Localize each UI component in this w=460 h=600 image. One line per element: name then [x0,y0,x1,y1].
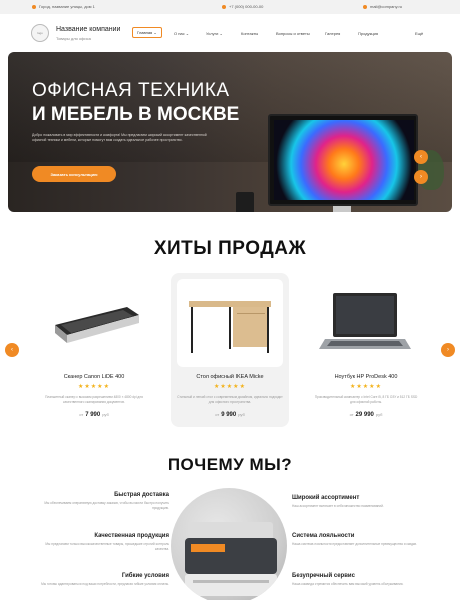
feature-title: Качественная продукция [94,533,169,539]
product-description: Производительный компьютер с Intel Core … [314,395,418,404]
laptop-image [313,279,419,367]
price-currency: руб [238,412,245,417]
phone-text[interactable]: +7 (000) 000-00-00 [229,4,263,9]
company-subtitle: Товары для офиса [56,36,91,41]
hero-description: Добро пожаловать в мир эффективности и к… [32,133,207,142]
site-header: logo Название компании Товары для офиса … [0,14,460,52]
desk-image [177,279,283,367]
chevron-up-icon: ‹ [420,154,422,160]
nav-item-gallery[interactable]: Галерея [325,31,340,36]
nav-item-contacts[interactable]: Контакты [241,31,258,36]
feature-fast-delivery: Быстрая доставка Мы обеспечиваем операти… [41,492,169,526]
feature-assortment: Широкий ассортимент Наш ассортимент вклю… [292,495,420,529]
pc-tower-image [236,192,254,212]
chevron-right-icon: › [447,347,449,353]
price-value: 29 990 [355,412,374,418]
monitor-screen [274,120,414,200]
nav-label: О нас [174,31,185,36]
product-name: Сканер Canon LiDE 400 [63,374,125,380]
scanner-illustration [55,307,139,343]
product-price: от 29 990 руб [307,412,425,418]
price-value: 9 990 [221,412,237,418]
star-rating: ★★★★★ [350,384,382,390]
carousel-prev-button[interactable]: ‹ [5,343,19,357]
feature-text: Мы готовы адаптироваться под ваши потреб… [41,582,169,586]
product-card-desk[interactable]: Стол офисный IKEA Micke ★★★★★ Стильный и… [171,273,289,427]
product-name: Стол офисный IKEA Micke [196,374,264,380]
price-prefix: от [79,412,84,417]
desk-illustration [189,301,271,353]
top-info-bar: Город, название улицы, дом 1 +7 (000) 00… [0,0,460,14]
hero-title-line2: И МЕБЕЛЬ В МОСКВЕ [32,104,240,125]
email-text[interactable]: mail@company.ru [370,4,402,9]
scanner-image [41,279,147,367]
why-section-title: ПОЧЕМУ МЫ? [167,455,293,474]
chevron-down-icon: › [420,174,422,180]
feature-flexible: Гибкие условия Мы готовы адаптироваться … [41,573,169,600]
nav-item-faq[interactable]: Вопросы и ответы [276,31,310,36]
consultation-button[interactable]: Заказать консультацию [32,166,116,182]
feature-title: Система лояльности [292,533,355,539]
hero-next-button[interactable]: › [414,170,428,184]
feature-text: Наша система лояльности предоставляет до… [292,542,418,546]
chevron-down-icon: ⌄ [219,31,223,36]
company-logo[interactable]: logo [31,24,49,42]
hits-section-title: ХИТЫ ПРОДАЖ [153,238,307,259]
nav-item-about[interactable]: О нас ⌄ [174,31,189,36]
phone-info[interactable]: +7 (000) 000-00-00 [222,4,263,9]
nav-item-products[interactable]: Продукция [358,31,378,36]
product-card-laptop[interactable]: Ноутбук HP ProDesk 400 ★★★★★ Производите… [307,273,425,427]
chevron-down-icon: ⌄ [153,30,157,35]
hero-prev-button[interactable]: ‹ [414,150,428,164]
feature-title: Широкий ассортимент [292,495,360,501]
feature-text: Наша команда стремится обеспечить вам вы… [292,582,404,586]
nav-item-services[interactable]: Услуги ⌄ [206,31,223,36]
hero-title-line1: ОФИСНАЯ ТЕХНИКА [32,80,230,101]
chevron-down-icon: ⌄ [185,31,190,36]
logo-text: logo [37,31,43,35]
feature-title: Быстрая доставка [114,492,169,498]
feature-service: Безупречный сервис Наша команда стремитс… [292,573,420,600]
laptop-illustration [319,293,411,349]
monitor-image [268,114,418,206]
price-value: 7 990 [85,412,101,418]
email-info[interactable]: mail@company.ru [363,4,402,9]
company-name: Название компании [56,26,121,33]
printer-image [171,488,287,600]
location-icon [32,4,36,9]
product-description: Планшетный сканер с высоким разрешением … [45,395,143,404]
product-name: Ноутбук HP ProDesk 400 [334,374,398,380]
price-currency: руб [375,412,383,417]
price-prefix: от [349,412,354,417]
product-price: от 9 990 руб [171,412,289,418]
phone-icon [222,4,226,9]
star-rating: ★★★★★ [78,384,110,390]
feature-text: Мы обеспечиваем оперативную доставку зак… [44,501,169,510]
monitor-stand [333,206,351,212]
product-description: Стильный и легкий стол с современным диз… [177,395,283,404]
feature-quality: Качественная продукция Мы предлагаем тол… [41,533,169,567]
feature-loyalty: Система лояльности Наша система лояльнос… [292,533,420,567]
feature-text: Наш ассортимент включает в себя множеств… [292,504,384,508]
product-price: от 7 990 руб [35,412,153,418]
star-rating: ★★★★★ [214,384,246,390]
feature-title: Безупречный сервис [292,573,355,579]
nav-item-more[interactable]: Ещё [415,31,423,36]
hero-banner: ОФИСНАЯ ТЕХНИКА И МЕБЕЛЬ В МОСКВЕ Добро … [8,52,452,212]
nav-label: Услуги [206,31,219,36]
nav-item-home[interactable]: Главная ⌄ [132,27,162,38]
price-prefix: от [215,412,220,417]
carousel-next-button[interactable]: › [441,343,455,357]
mail-icon [363,4,367,9]
chevron-left-icon: ‹ [11,347,13,353]
address-text: Город, название улицы, дом 1 [39,4,95,9]
address-info: Город, название улицы, дом 1 [32,4,95,9]
product-card-scanner[interactable]: Сканер Canon LiDE 400 ★★★★★ Планшетный с… [35,273,153,427]
feature-text: Мы предлагаем только высококачественные … [45,542,169,551]
nav-label: Главная [137,30,153,35]
price-currency: руб [102,412,109,417]
printer-illustration [185,522,277,596]
feature-title: Гибкие условия [121,573,169,579]
